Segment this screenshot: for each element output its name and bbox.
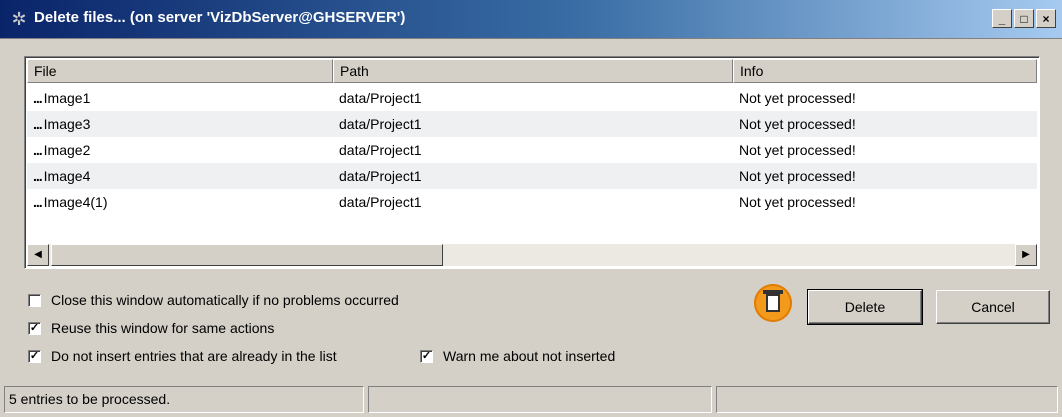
file-name: Image3 bbox=[43, 116, 91, 132]
info-cell: Not yet processed! bbox=[739, 142, 856, 158]
ellipsis-icon: ... bbox=[33, 168, 43, 184]
scroll-thumb[interactable] bbox=[51, 244, 443, 266]
list-rows: ... Image1 data/Project1 Not yet processe… bbox=[27, 85, 1037, 215]
list-header: File Path Info bbox=[27, 59, 1037, 83]
scroll-left-icon[interactable]: ◀ bbox=[27, 244, 49, 266]
path-cell: data/Project1 bbox=[339, 168, 422, 184]
checkbox-reuse-window[interactable]: ✓ bbox=[28, 321, 41, 335]
ellipsis-icon: ... bbox=[33, 116, 43, 132]
window-controls: _ □ × bbox=[992, 9, 1056, 28]
info-cell: Not yet processed! bbox=[739, 194, 856, 210]
file-name: Image2 bbox=[43, 142, 91, 158]
window-title: Delete files... (on server 'VizDbServer@… bbox=[34, 9, 406, 26]
cancel-button[interactable]: Cancel bbox=[936, 290, 1050, 324]
minimize-button[interactable]: _ bbox=[992, 9, 1012, 28]
file-cell: ... Image3 bbox=[27, 111, 333, 137]
horizontal-scrollbar[interactable]: ◀ ▶ bbox=[27, 244, 1037, 266]
file-cell: ... Image4 bbox=[27, 163, 333, 189]
file-cell: ... Image4(1) bbox=[27, 189, 333, 215]
delete-button[interactable]: Delete bbox=[807, 289, 923, 325]
info-cell: Not yet processed! bbox=[739, 168, 856, 184]
gear-icon: ✲ bbox=[11, 9, 27, 29]
option-label: Warn me about not inserted bbox=[443, 348, 616, 364]
checkbox-no-duplicates[interactable]: ✓ bbox=[28, 349, 41, 363]
option-label: Close this window automatically if no pr… bbox=[51, 292, 399, 308]
maximize-button[interactable]: □ bbox=[1014, 9, 1034, 28]
path-cell: data/Project1 bbox=[339, 142, 422, 158]
checkbox-close-automatically[interactable] bbox=[28, 293, 41, 307]
file-list[interactable]: File Path Info ... Image1 data/Project1 N… bbox=[24, 56, 1040, 269]
title-bar[interactable]: ✲ Delete files... (on server 'VizDbServe… bbox=[0, 0, 1062, 39]
status-bar: 5 entries to be processed. bbox=[4, 386, 1058, 413]
option-close-automatically[interactable]: Close this window automatically if no pr… bbox=[28, 292, 399, 308]
file-name: Image4 bbox=[43, 168, 91, 184]
list-row[interactable]: ... Image2 data/Project1 Not yet processe… bbox=[27, 137, 1037, 163]
trash-icon bbox=[754, 284, 792, 322]
path-cell: data/Project1 bbox=[339, 194, 422, 210]
status-text: 5 entries to be processed. bbox=[4, 386, 364, 413]
status-panel-middle bbox=[368, 386, 712, 413]
ellipsis-icon: ... bbox=[33, 194, 43, 210]
checkbox-warn-not-inserted[interactable]: ✓ bbox=[420, 349, 433, 363]
list-row[interactable]: ... Image4 data/Project1 Not yet processe… bbox=[27, 163, 1037, 189]
list-row[interactable]: ... Image3 data/Project1 Not yet processe… bbox=[27, 111, 1037, 137]
column-header-info[interactable]: Info bbox=[733, 59, 1037, 83]
column-header-file[interactable]: File bbox=[27, 59, 333, 83]
option-reuse-window[interactable]: ✓ Reuse this window for same actions bbox=[28, 320, 274, 336]
list-row[interactable]: ... Image1 data/Project1 Not yet processe… bbox=[27, 85, 1037, 111]
file-name: Image1 bbox=[43, 90, 91, 106]
column-header-path[interactable]: Path bbox=[333, 59, 733, 83]
list-row[interactable]: ... Image4(1) data/Project1 Not yet proce… bbox=[27, 189, 1037, 215]
ellipsis-icon: ... bbox=[33, 142, 43, 158]
scroll-right-icon[interactable]: ▶ bbox=[1015, 244, 1037, 266]
path-cell: data/Project1 bbox=[339, 90, 422, 106]
close-button[interactable]: × bbox=[1036, 9, 1056, 28]
option-label: Do not insert entries that are already i… bbox=[51, 348, 337, 364]
path-cell: data/Project1 bbox=[339, 116, 422, 132]
file-cell: ... Image1 bbox=[27, 85, 333, 111]
status-panel-right bbox=[716, 386, 1058, 413]
file-cell: ... Image2 bbox=[27, 137, 333, 163]
trash-can bbox=[766, 294, 780, 312]
option-warn-not-inserted[interactable]: ✓ Warn me about not inserted bbox=[420, 348, 615, 364]
file-name: Image4(1) bbox=[43, 194, 108, 210]
ellipsis-icon: ... bbox=[33, 90, 43, 106]
option-label: Reuse this window for same actions bbox=[51, 320, 275, 336]
info-cell: Not yet processed! bbox=[739, 116, 856, 132]
option-no-duplicates[interactable]: ✓ Do not insert entries that are already… bbox=[28, 348, 397, 364]
info-cell: Not yet processed! bbox=[739, 90, 856, 106]
